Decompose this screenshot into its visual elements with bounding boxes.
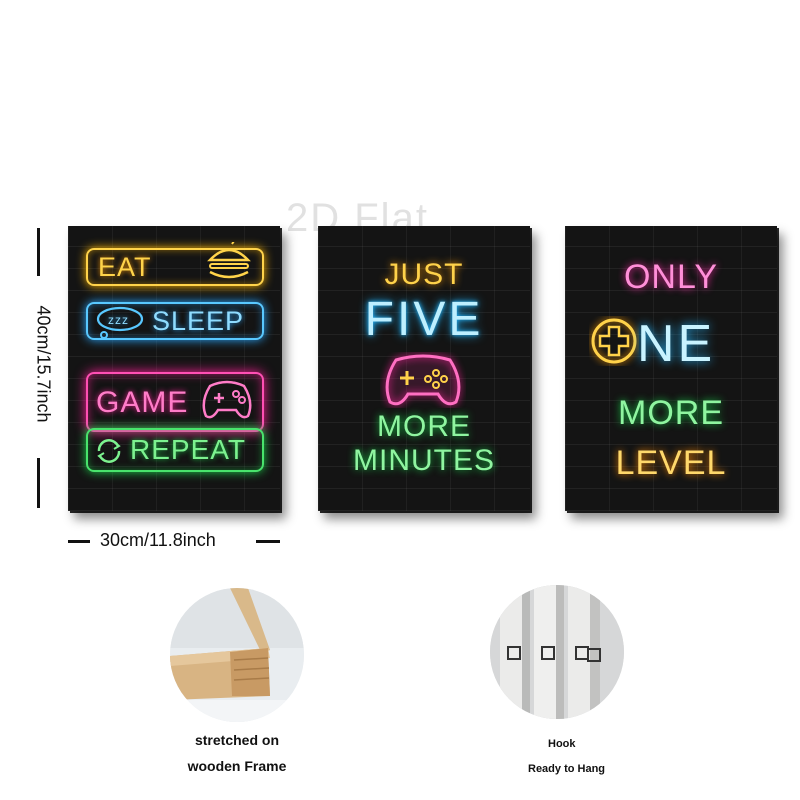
wooden-frame-photo: [170, 588, 304, 722]
neon-text-repeat: REPEAT: [130, 434, 246, 465]
neon-box-repeat: REPEAT: [86, 428, 264, 472]
canvas-just-five-more-minutes: JUST FIVE MORE MINUTES: [318, 226, 530, 511]
width-dimension-line-right: [256, 540, 280, 543]
gamepad-icon: [385, 354, 461, 406]
frame-caption-line-1: stretched on: [194, 732, 279, 748]
neon-text-just: JUST: [384, 258, 464, 291]
neon-text-eat: EAT: [98, 252, 152, 282]
neon-text-only: ONLY: [623, 258, 719, 296]
height-label: 40cm/15.7inch: [33, 305, 54, 423]
neon-box-sleep: zzz SLEEP: [86, 302, 264, 340]
svg-text:zzz: zzz: [108, 313, 129, 327]
neon-text-minutes: MINUTES: [353, 444, 495, 477]
wooden-frame-corner-image: [170, 588, 304, 722]
height-dimension-line-bottom: [37, 458, 40, 508]
neon-text-more: MORE: [377, 410, 471, 443]
canvas-only-one-more-level: ONLY NE MORE LEVEL: [565, 226, 777, 511]
hook-caption-line-1: Hook: [548, 738, 576, 750]
neon-text-five: FIVE: [364, 293, 484, 346]
neon-box-game: GAME: [86, 372, 264, 432]
gamepad-icon: [202, 380, 252, 419]
neon-text-one: NE: [637, 315, 716, 373]
hook-caption-line-2: Ready to Hang: [528, 763, 606, 775]
hook-photo: [490, 585, 624, 719]
repeat-arrows-icon: [97, 439, 121, 463]
width-label: 30cm/11.8inch: [100, 530, 216, 550]
sleep-bubble-icon: zzz: [96, 306, 144, 339]
neon-text-sleep: SLEEP: [152, 306, 245, 336]
neon-box-eat: EAT: [86, 242, 264, 286]
dpad-icon: [591, 318, 637, 364]
width-dimension-line-left: [68, 540, 90, 543]
burger-icon: [207, 242, 251, 279]
canvas-eat-sleep-game-repeat: EAT zzz SLEEP GAME REPEAT: [68, 226, 280, 511]
neon-text-more: MORE: [618, 394, 724, 432]
frame-caption-line-2: wooden Frame: [187, 758, 287, 774]
neon-text-level: LEVEL: [615, 444, 727, 482]
neon-text-game: GAME: [96, 386, 189, 419]
height-dimension-line-top: [37, 228, 40, 276]
hanging-hooks-image: [490, 585, 624, 719]
